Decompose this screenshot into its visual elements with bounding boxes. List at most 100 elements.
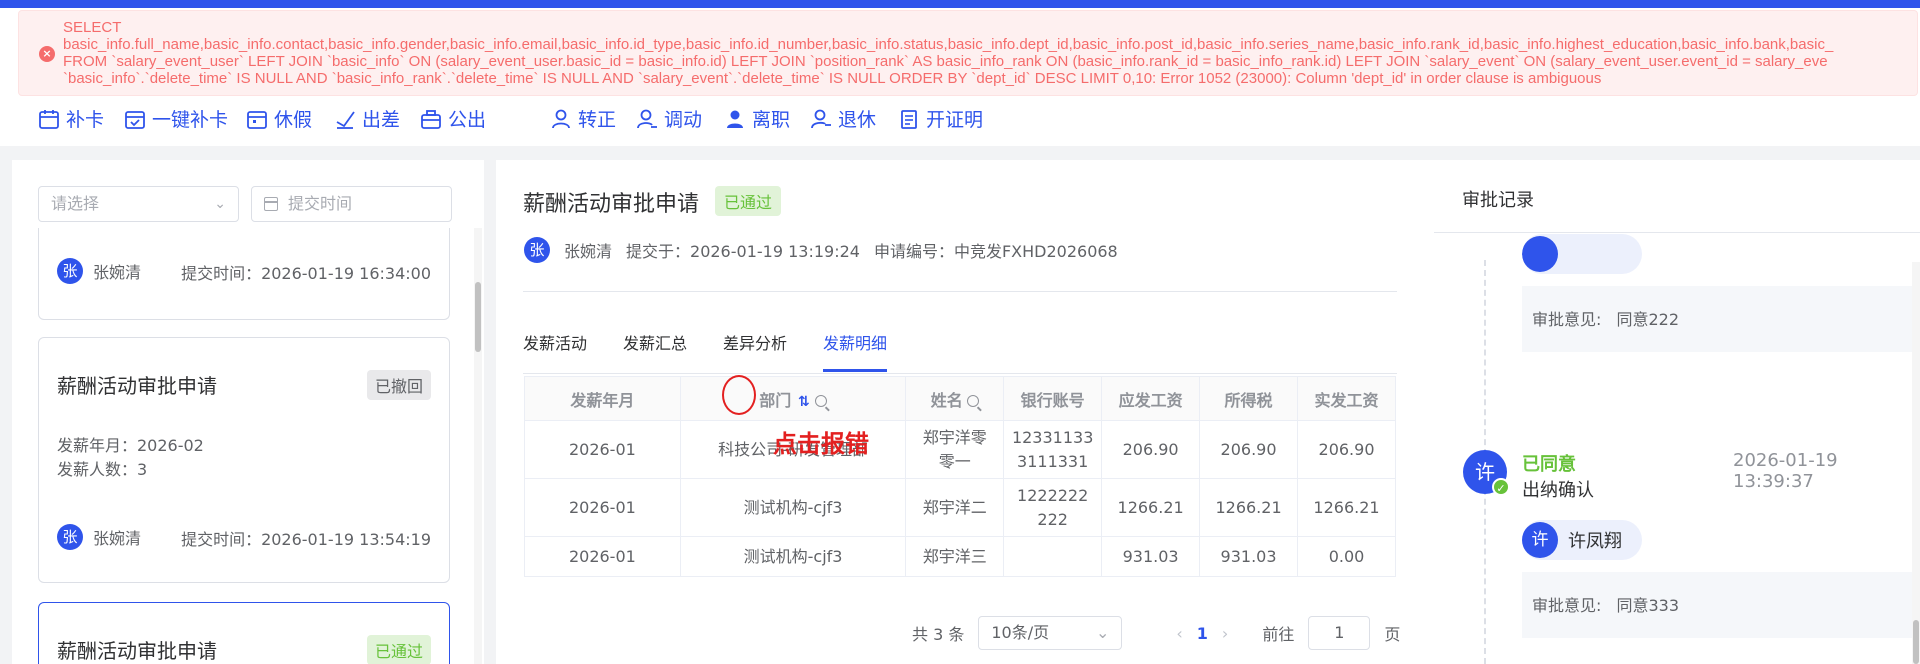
resign-label: 离职 (752, 109, 791, 131)
tab-divider (523, 373, 1397, 374)
submit-time-picker[interactable]: 提交时间 (251, 186, 452, 222)
regularization-button[interactable]: 转正 (550, 105, 616, 132)
applicant-name: 张婉清 (93, 529, 142, 548)
transfer-button[interactable]: 调动 (636, 105, 702, 132)
card-applicant: 张 张婉清 (57, 258, 141, 284)
top-bar (0, 0, 1920, 8)
opinion-label: 审批意见: (1532, 596, 1602, 615)
travel-icon (334, 108, 356, 130)
application-card[interactable]: 薪酬活动审批申请 已撤回 发薪年月：2026-02 发薪人数：3 张 张婉清 提… (38, 337, 450, 583)
approval-records-title: 审批记录 (1462, 190, 1534, 211)
certificate-label: 开证明 (926, 109, 984, 131)
tab-salary-activity[interactable]: 发薪活动 (523, 330, 587, 370)
supplement-card-button[interactable]: 补卡 (38, 105, 104, 132)
tab-salary-summary[interactable]: 发薪汇总 (623, 330, 687, 370)
avatar: 张 (57, 258, 83, 284)
col-header-net: 实发工资 (1297, 376, 1396, 421)
cell-month: 2026-01 (524, 420, 681, 479)
col-header-department: 部门 ⇅ (679, 376, 907, 421)
annotation-circle (722, 375, 756, 415)
col-header-label: 实发工资 (1314, 390, 1379, 410)
business-trip-label: 出差 (362, 109, 401, 131)
leave-button[interactable]: 休假 (246, 105, 312, 132)
page-number[interactable]: 1 (1197, 624, 1208, 643)
cell-gross: 1266.21 (1101, 478, 1201, 537)
col-header-bank-account: 银行账号 (1003, 376, 1103, 421)
approval-opinion: 审批意见: 同意333 (1522, 572, 1920, 638)
application-card[interactable]: 张 张婉清 提交时间：2026-01-19 16:34:00 (38, 228, 450, 320)
cell-tax: 1266.21 (1199, 478, 1299, 537)
sort-icon[interactable]: ⇅ (797, 394, 811, 410)
detail-tabs: 发薪活动 发薪汇总 差异分析 发薪明细 (523, 330, 888, 372)
approval-time: 2026-01-19 13:39:37 (1733, 450, 1838, 492)
cell-net: 206.90 (1297, 420, 1396, 479)
check-icon: ✓ (1492, 478, 1510, 496)
goto-page-input[interactable]: 1 (1308, 616, 1371, 650)
tab-salary-details[interactable]: 发薪明细 (823, 330, 888, 372)
pagination: 共 3 条 10条/页 ⌄ ‹ 1 › 前往 1 页 (912, 616, 1400, 650)
transfer-label: 调动 (664, 109, 703, 131)
records-scrollbar-thumb[interactable] (1913, 620, 1919, 664)
retire-label: 退休 (838, 109, 877, 131)
opinion-value: 同意333 (1616, 596, 1680, 615)
salary-detail-table: 发薪年月 部门 ⇅ 姓名 银行账号 应发工资 所得税 实发工资 2026-01 … (524, 376, 1396, 577)
cell-gross: 206.90 (1101, 420, 1201, 479)
cell-department: 测试机构-cjf3 (679, 536, 907, 577)
col-header-tax: 所得税 (1199, 376, 1299, 421)
leave-label: 休假 (274, 109, 313, 131)
cell-net: 0.00 (1297, 536, 1396, 577)
approver-pill: 许 许凤翔 (1522, 520, 1642, 560)
search-icon[interactable] (966, 395, 979, 407)
application-meta: 张 张婉清 提交于：2026-01-19 13:19:24 申请编号：中竞发FX… (524, 237, 1118, 263)
col-header-label: 姓名 (930, 390, 963, 410)
prev-page-icon[interactable]: ‹ (1176, 624, 1182, 643)
certificate-button[interactable]: 开证明 (898, 105, 983, 132)
one-click-supplement-button[interactable]: 一键补卡 (124, 105, 228, 132)
error-icon: × (39, 46, 55, 62)
divider (1434, 232, 1920, 233)
opinion-value: 同意222 (1616, 310, 1680, 329)
table-row: 2026-01 科技公司-研发管理部 郑宇洋零 零一 12331133 3111… (524, 420, 1396, 479)
col-header-label: 部门 (759, 390, 792, 410)
records-scrollbar[interactable] (1912, 262, 1920, 664)
cell-bank-account (1003, 536, 1103, 577)
application-card-selected[interactable]: 薪酬活动审批申请 已通过 (38, 602, 450, 664)
avatar: 张 (57, 524, 83, 550)
status-select[interactable]: 请选择 ⌄ (38, 186, 239, 222)
status-badge: 已撤回 (366, 370, 431, 400)
cell-name: 郑宇洋三 (905, 536, 1005, 577)
avatar: 许 (1522, 522, 1558, 558)
submit-time: 提交时间：2026-01-19 16:34:00 (181, 264, 431, 283)
col-header-month: 发薪年月 (524, 376, 681, 421)
official-out-button[interactable]: 公出 (420, 105, 486, 132)
opinion-label: 审批意见: (1532, 310, 1602, 329)
cell-department: 测试机构-cjf3 (679, 478, 907, 537)
retire-button[interactable]: 退休 (810, 105, 876, 132)
calendar-leave-icon (246, 108, 268, 130)
page-size-select[interactable]: 10条/页 ⌄ (978, 616, 1123, 650)
resign-button[interactable]: 离职 (724, 105, 790, 132)
next-page-icon[interactable]: › (1222, 624, 1228, 643)
cell-name: 郑宇洋二 (905, 478, 1005, 537)
tab-difference-analysis[interactable]: 差异分析 (723, 330, 787, 370)
briefcase-icon (420, 108, 442, 130)
business-trip-button[interactable]: 出差 (334, 105, 400, 132)
status-badge: 已通过 (366, 635, 431, 664)
calendar-check-icon (124, 108, 146, 130)
card-applicant: 张 张婉清 (57, 524, 141, 550)
page-size-value: 10条/页 (991, 623, 1050, 642)
one-click-supplement-label: 一键补卡 (152, 109, 229, 131)
applicant-name: 张婉清 (93, 263, 142, 282)
cell-name: 郑宇洋零 零一 (905, 420, 1005, 479)
cell-net: 1266.21 (1297, 478, 1396, 537)
status-select-placeholder: 请选择 (51, 194, 100, 213)
cell-tax: 206.90 (1199, 420, 1299, 479)
cell-tax: 931.03 (1199, 536, 1299, 577)
approval-node: 出纳确认 (1522, 480, 1594, 501)
search-icon[interactable] (814, 395, 827, 407)
table-row: 2026-01 测试机构-cjf3 郑宇洋三 931.03 931.03 0.0… (524, 536, 1396, 577)
list-scrollbar-thumb[interactable] (475, 282, 481, 352)
error-text: SELECT basic_info.full_name,basic_info.c… (63, 19, 1834, 87)
table-header-row: 发薪年月 部门 ⇅ 姓名 银行账号 应发工资 所得税 实发工资 (524, 376, 1396, 421)
submit-time-placeholder: 提交时间 (288, 194, 353, 213)
